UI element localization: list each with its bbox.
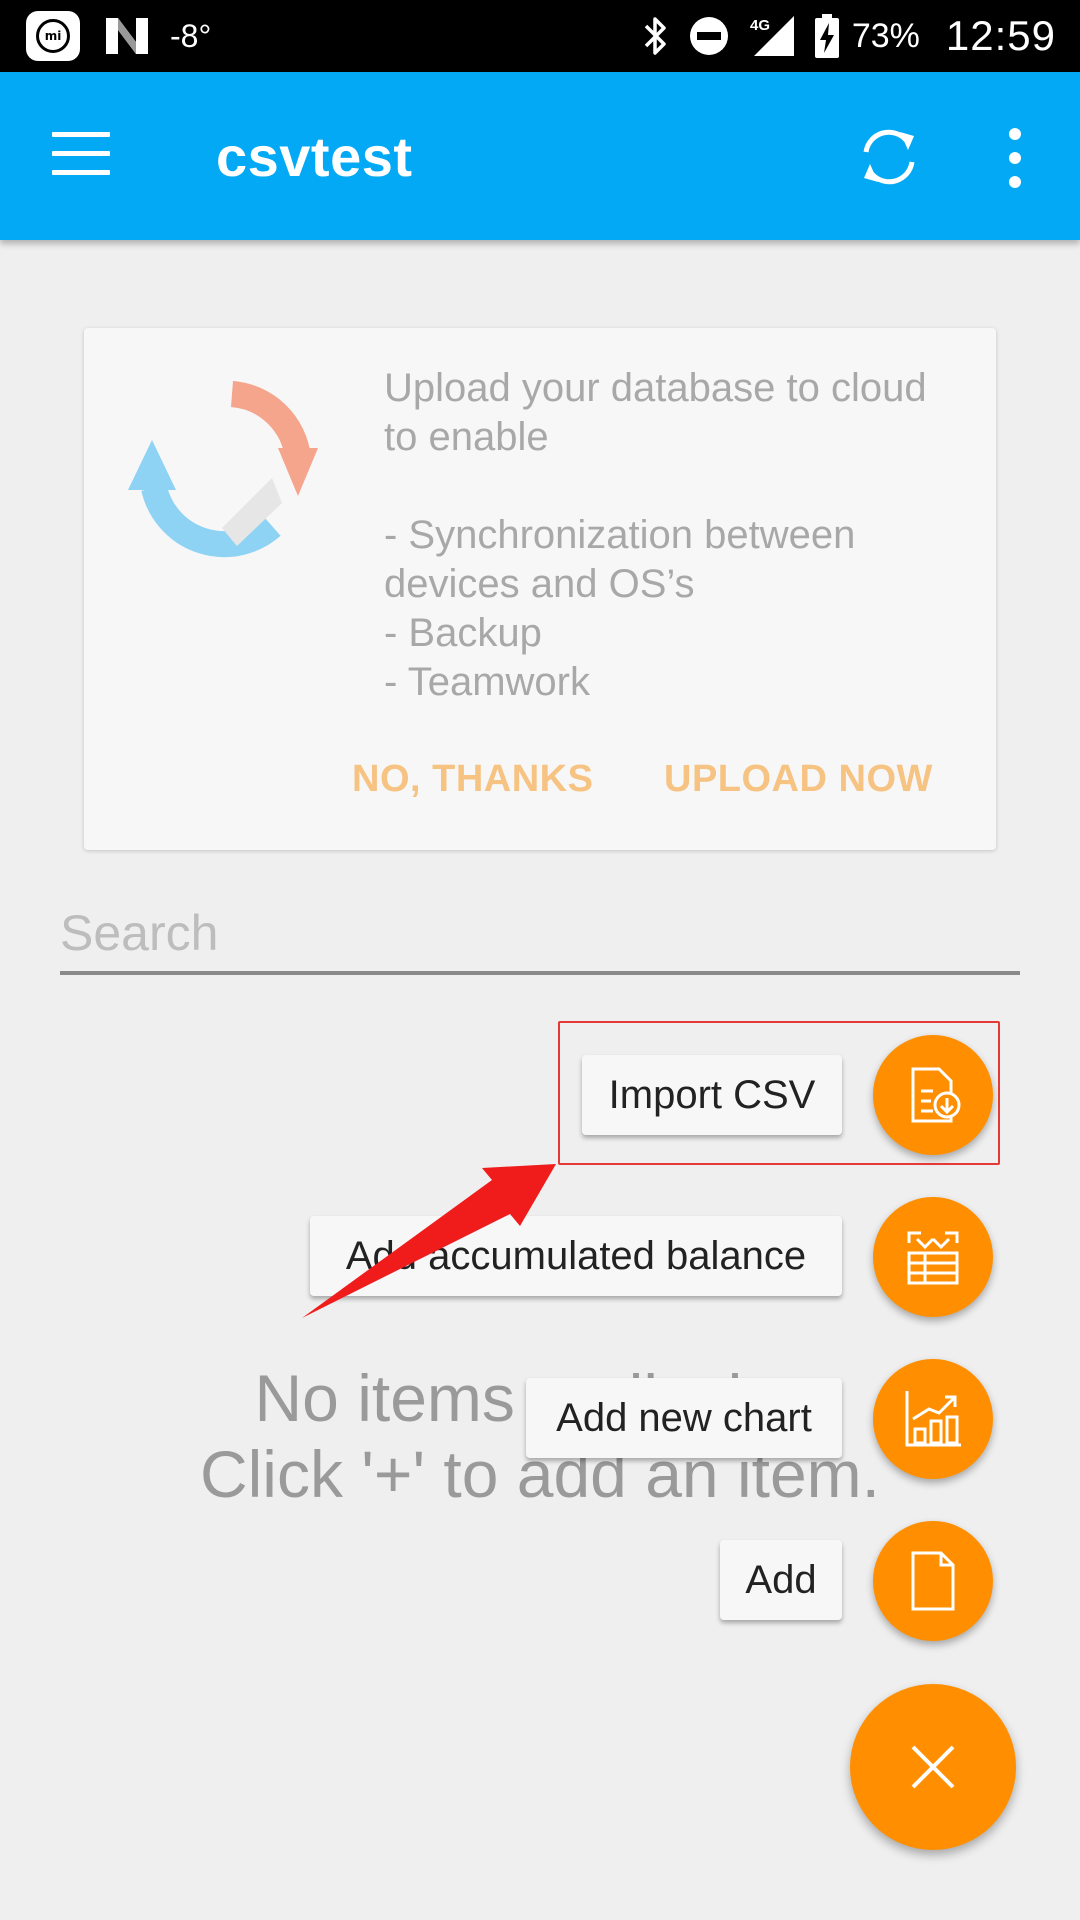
network-type-text: 4G [750,17,770,34]
mi-notification-icon: mi [26,11,80,61]
promo-bullet: - Backup [384,611,542,655]
battery-percent-text: 73% [851,16,920,55]
add-item-button[interactable] [873,1521,993,1641]
promo-bullet: - Teamwork [384,660,590,704]
add-new-chart-label[interactable]: Add new chart [526,1378,842,1458]
clock-text: 12:59 [945,12,1056,59]
app-bar: csvtest [0,72,1080,240]
chart-icon [905,1391,961,1447]
temperature-text: -8° [170,17,212,54]
annotation-highlight-box [558,1021,1000,1165]
promo-bullet: - Synchronization between [384,513,856,557]
cell-signal-icon: 4G [750,16,794,56]
more-options-icon[interactable] [1000,128,1030,188]
promo-line: to enable [384,415,549,459]
status-bar: mi -8° 4G 73% 12:59 [0,0,1080,72]
search-input[interactable] [60,895,1020,975]
add-accumulated-balance-label[interactable]: Add accumulated balance [310,1216,842,1296]
upload-promo-text: Upload your database to cloud to enable … [384,364,974,707]
no-thanks-button[interactable]: NO, THANKS [352,758,593,801]
bluetooth-icon [644,17,666,55]
battery-charging-icon [814,14,839,58]
sync-icon[interactable] [854,122,924,192]
document-icon [911,1551,955,1611]
status-bar-right: 4G 73% 12:59 [624,10,1056,62]
add-new-chart-button[interactable] [873,1359,993,1479]
add-label[interactable]: Add [720,1540,842,1620]
fab-close-button[interactable] [850,1684,1016,1850]
upload-now-button[interactable]: UPLOAD NOW [664,758,933,801]
promo-line: Upload your database to cloud [384,366,927,410]
cloud-sync-illustration [128,381,318,558]
n-notification-icon [106,18,148,54]
add-accumulated-balance-button[interactable] [873,1197,993,1317]
do-not-disturb-icon [689,17,728,55]
upload-promo-card: Upload your database to cloud to enable … [84,328,996,850]
promo-bullet: devices and OS’s [384,562,695,606]
accumulated-balance-icon [907,1231,959,1285]
page-title: csvtest [216,125,413,188]
close-icon [911,1745,955,1789]
status-bar-left: mi -8° [26,10,211,62]
menu-icon[interactable] [52,132,114,176]
